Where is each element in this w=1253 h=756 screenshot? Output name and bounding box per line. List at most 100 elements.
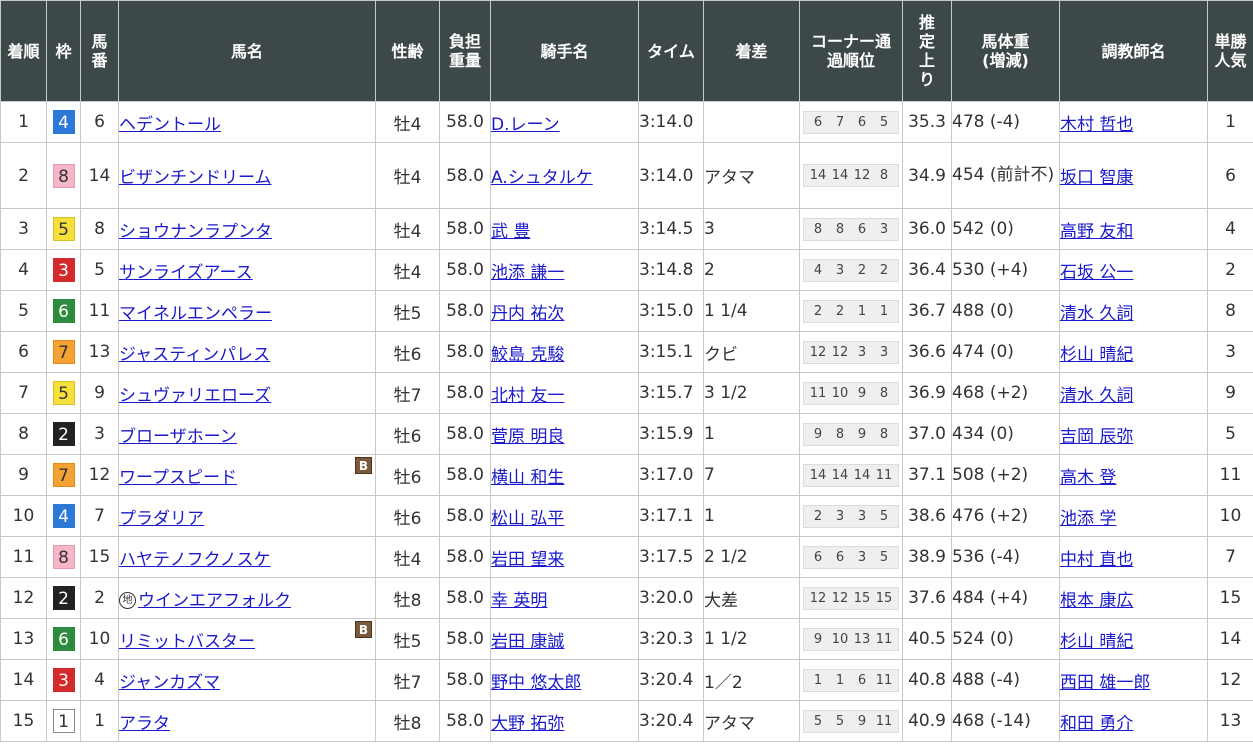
horse-name-link[interactable]: ハヤテノフクノスケ <box>120 550 271 570</box>
rank-cell: 13 <box>0 618 47 660</box>
sex-age-cell: 牡5 <box>375 290 440 332</box>
trainer-name-link[interactable]: 清水 久詞 <box>1061 304 1134 324</box>
jockey-cell: 武 豊 <box>490 208 639 250</box>
horse-name-link[interactable]: ヘデントール <box>120 115 222 135</box>
jockey-name-link[interactable]: 北村 友一 <box>492 386 565 406</box>
waku-badge: 1 <box>52 709 75 733</box>
table-row: 11 8 15 ハヤテノフクノスケ 牡4 58.0 岩田 望来 3:17.5 2 1/2 6 6 3 5… <box>0 536 1253 578</box>
corner-position: 1 <box>879 303 889 319</box>
last3f-cell: 40.5 <box>902 618 952 660</box>
corner-position: 6 <box>813 114 823 130</box>
corner-cell: 1 1 6 11 <box>799 659 903 701</box>
table-row: 1 4 6 ヘデントール 牡4 58.0 D.レーン 3:14.0 6 7 6 5 35.3 478 (-… <box>0 101 1253 143</box>
horse-name-link[interactable]: ウインエアフォルク <box>138 591 291 611</box>
horse-name-link[interactable]: ワープスピード <box>120 468 237 488</box>
corner-position: 1 <box>835 672 845 688</box>
jockey-cell: 岩田 望来 <box>490 536 639 578</box>
rank-cell: 11 <box>0 536 47 578</box>
corner-position: 9 <box>857 385 867 401</box>
jockey-name-link[interactable]: 池添 謙一 <box>492 263 565 283</box>
trainer-name-link[interactable]: 池添 学 <box>1061 509 1117 529</box>
horse-name-link[interactable]: アラタ <box>120 714 171 734</box>
jockey-cell: 岩田 康誠 <box>490 618 639 660</box>
trainer-name-link[interactable]: 清水 久詞 <box>1061 386 1134 406</box>
umaban-cell: 9 <box>80 372 119 414</box>
horse-name-link[interactable]: ジャンカズマ <box>120 673 221 693</box>
sex-age-cell: 牡4 <box>375 142 440 209</box>
waku-cell: 5 <box>46 208 81 250</box>
last3f-cell: 34.9 <box>902 142 952 209</box>
trainer-name-link[interactable]: 根本 康広 <box>1061 591 1134 611</box>
jockey-name-link[interactable]: 野中 悠太郎 <box>492 673 582 693</box>
jockey-name-link[interactable]: 松山 弘平 <box>492 509 565 529</box>
corner-position: 3 <box>879 344 889 360</box>
horse-name-link[interactable]: ショウナンラプンタ <box>120 222 273 242</box>
corner-position: 3 <box>835 508 845 524</box>
last3f-cell: 36.0 <box>902 208 952 250</box>
corner-position: 6 <box>857 672 867 688</box>
corner-position: 14 <box>853 467 871 483</box>
trainer-name-link[interactable]: 吉岡 辰弥 <box>1061 427 1134 447</box>
jockey-cell: 丹内 祐次 <box>490 290 639 332</box>
horse-name-link[interactable]: プラダリア <box>120 509 205 529</box>
horse-name-link[interactable]: ビザンチンドリーム <box>120 168 272 188</box>
horse-name-link[interactable]: マイネルエンペラー <box>120 304 273 324</box>
trainer-name-link[interactable]: 杉山 晴紀 <box>1061 632 1134 652</box>
sex-age-cell: 牡8 <box>375 577 440 619</box>
jockey-cell: 鮫島 克駿 <box>490 331 639 373</box>
corner-position: 8 <box>879 426 889 442</box>
jockey-name-link[interactable]: 丹内 祐次 <box>492 304 565 324</box>
popularity-cell: 6 <box>1207 142 1253 209</box>
header-time: タイム <box>638 0 704 102</box>
sex-age-cell: 牡6 <box>375 495 440 537</box>
umaban-cell: 8 <box>80 208 119 250</box>
horse-name-link[interactable]: シュヴァリエローズ <box>120 386 272 406</box>
body-weight-cell: 488 (-4) <box>951 659 1060 701</box>
jockey-cell: 幸 英明 <box>490 577 639 619</box>
horse-name-link[interactable]: リミットバスター <box>120 632 256 652</box>
trainer-name-link[interactable]: 杉山 晴紀 <box>1061 345 1134 365</box>
header-popularity: 単勝人気 <box>1207 0 1253 102</box>
trainer-cell: 高木 登 <box>1059 454 1208 496</box>
margin-cell: クビ <box>703 331 800 373</box>
trainer-name-link[interactable]: 高野 友和 <box>1061 222 1134 242</box>
time-cell: 3:20.0 <box>638 577 704 619</box>
trainer-name-link[interactable]: 中村 直也 <box>1061 550 1134 570</box>
trainer-name-link[interactable]: 和田 勇介 <box>1061 714 1134 734</box>
popularity-cell: 7 <box>1207 536 1253 578</box>
horse-name-link[interactable]: サンライズアース <box>120 263 253 283</box>
jockey-name-link[interactable]: 岩田 康誠 <box>492 632 565 652</box>
rank-cell: 15 <box>0 700 47 742</box>
trainer-cell: 杉山 晴紀 <box>1059 618 1208 660</box>
jockey-name-link[interactable]: 武 豊 <box>492 222 531 242</box>
rank-cell: 14 <box>0 659 47 701</box>
trainer-name-link[interactable]: 坂口 智康 <box>1061 168 1134 188</box>
table-row: 2 8 14 ビザンチンドリーム 牡4 58.0 A.シュタルケ 3:14.0 アタマ 14 14 1… <box>0 142 1253 209</box>
weight-carried-cell: 58.0 <box>439 372 491 414</box>
waku-cell: 4 <box>46 495 81 537</box>
corner-position: 11 <box>809 385 827 401</box>
body-weight-cell: 434 (0) <box>951 413 1060 455</box>
trainer-name-link[interactable]: 木村 哲也 <box>1061 115 1134 135</box>
umaban-cell: 6 <box>80 101 119 143</box>
rank-cell: 9 <box>0 454 47 496</box>
margin-cell: 2 <box>703 249 800 291</box>
header-popularity-label: 単勝人気 <box>1214 32 1247 70</box>
body-weight-cell: 524 (0) <box>951 618 1060 660</box>
jockey-name-link[interactable]: 横山 和生 <box>492 468 565 488</box>
jockey-name-link[interactable]: 岩田 望来 <box>492 550 565 570</box>
corner-position: 3 <box>835 262 845 278</box>
horse-name-link[interactable]: ブローザホーン <box>120 427 237 447</box>
trainer-name-link[interactable]: 高木 登 <box>1061 468 1117 488</box>
jockey-name-link[interactable]: 大野 拓弥 <box>492 714 565 734</box>
corner-cell: 9898 <box>799 413 903 455</box>
jockey-name-link[interactable]: 幸 英明 <box>492 591 548 611</box>
jockey-name-link[interactable]: D.レーン <box>492 115 560 135</box>
jockey-name-link[interactable]: 鮫島 克駿 <box>492 345 565 365</box>
trainer-name-link[interactable]: 西田 雄一郎 <box>1061 673 1151 693</box>
jockey-name-link[interactable]: 菅原 明良 <box>492 427 565 447</box>
corner-position: 3 <box>857 549 867 565</box>
horse-name-link[interactable]: ジャスティンパレス <box>120 345 271 365</box>
trainer-name-link[interactable]: 石坂 公一 <box>1061 263 1134 283</box>
jockey-name-link[interactable]: A.シュタルケ <box>492 168 593 188</box>
